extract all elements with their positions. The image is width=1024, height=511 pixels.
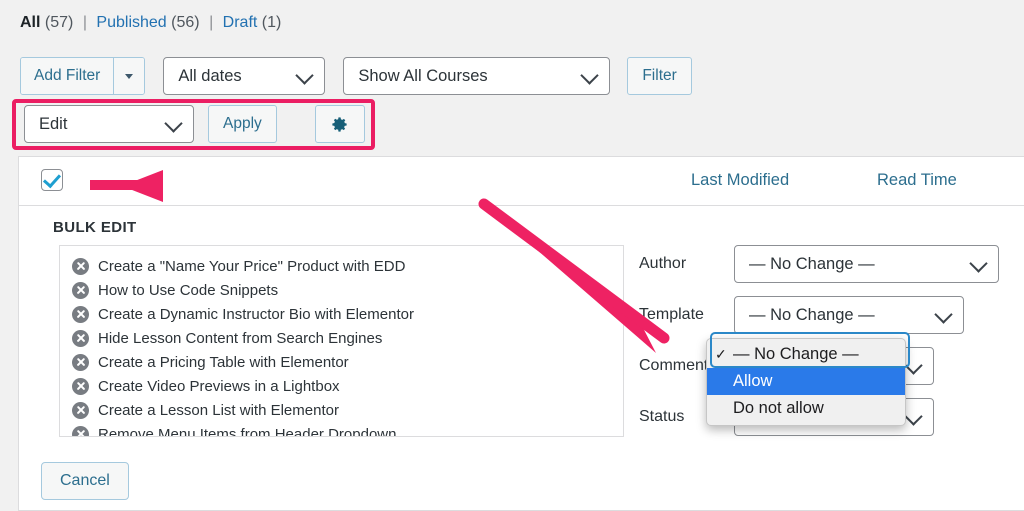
field-label-author: Author [639, 255, 734, 273]
author-select-value: — No Change — [749, 255, 875, 274]
list-item: Remove Menu Items from Header Dropdown [60, 422, 623, 437]
status-link-all-label: All [20, 14, 40, 31]
courses-filter-select[interactable]: Show All Courses [343, 57, 610, 95]
chevron-down-icon [969, 254, 987, 272]
gear-icon [330, 115, 349, 134]
status-separator-1: | [78, 14, 92, 31]
chevron-down-icon [904, 407, 922, 425]
dropdown-option-label: — No Change — [733, 345, 859, 364]
list-item-label: Hide Lesson Content from Search Engines [98, 330, 382, 347]
status-link-published-count: (56) [171, 14, 199, 31]
list-item-label: Remove Menu Items from Header Dropdown [98, 426, 396, 438]
dates-filter-select[interactable]: All dates [163, 57, 325, 95]
field-row-author: Author — No Change — [639, 245, 999, 283]
chevron-down-icon[interactable] [114, 58, 144, 94]
apply-button[interactable]: Apply [208, 105, 277, 143]
add-filter-split-button[interactable]: Add Filter [20, 57, 145, 95]
gear-icon-button[interactable] [315, 105, 365, 143]
bulk-action-select[interactable]: Edit [24, 105, 194, 143]
select-all-checkbox[interactable] [41, 169, 63, 191]
list-item-label: How to Use Code Snippets [98, 282, 278, 299]
list-item: Create a Lesson List with Elementor [60, 398, 623, 422]
status-link-draft-label: Draft [223, 14, 258, 31]
list-item-label: Create a Lesson List with Elementor [98, 402, 339, 419]
dropdown-option-label: Do not allow [733, 399, 824, 418]
column-header-last-modified[interactable]: Last Modified [691, 171, 789, 190]
remove-circle-icon[interactable] [72, 378, 89, 395]
list-item: How to Use Code Snippets [60, 278, 623, 302]
list-item: Create a "Name Your Price" Product with … [60, 254, 623, 278]
remove-circle-icon[interactable] [72, 258, 89, 275]
status-link-draft-count: (1) [262, 14, 282, 31]
list-item: Create a Dynamic Instructor Bio with Ele… [60, 302, 623, 326]
remove-circle-icon[interactable] [72, 354, 89, 371]
dropdown-option-allow[interactable]: Allow [707, 368, 905, 395]
remove-circle-icon[interactable] [72, 402, 89, 419]
status-link-all-count: (57) [45, 14, 73, 31]
chevron-down-icon [296, 66, 314, 84]
bulk-edit-heading: BULK EDIT [53, 219, 137, 236]
add-filter-button-label[interactable]: Add Filter [21, 58, 114, 94]
comments-dropdown-menu[interactable]: ✓ — No Change — Allow Do not allow [706, 338, 906, 426]
dates-filter-value: All dates [178, 67, 241, 86]
list-item-label: Create a "Name Your Price" Product with … [98, 258, 405, 275]
check-icon: ✓ [715, 346, 733, 363]
status-link-draft[interactable]: Draft (1) [223, 14, 282, 31]
bulk-actions-toolbar: Edit Apply [24, 105, 365, 143]
template-select-value: — No Change — [749, 306, 875, 325]
remove-circle-icon[interactable] [72, 330, 89, 347]
posts-table-panel: Last Modified Read Time BULK EDIT Create… [18, 156, 1024, 511]
template-select[interactable]: — No Change — [734, 296, 964, 334]
status-filter-links: All (57) | Published (56) | Draft (1) [20, 12, 281, 34]
list-item: Create Video Previews in a Lightbox [60, 374, 623, 398]
filters-toolbar: Add Filter All dates Show All Courses Fi… [20, 57, 692, 95]
table-header-row: Last Modified Read Time [19, 157, 1024, 206]
remove-circle-icon[interactable] [72, 282, 89, 299]
courses-filter-value: Show All Courses [358, 67, 487, 86]
column-header-read-time[interactable]: Read Time [877, 171, 957, 190]
cancel-button[interactable]: Cancel [41, 462, 129, 500]
chevron-down-icon [934, 305, 952, 323]
field-label-template: Template [639, 306, 734, 324]
list-item: Create a Pricing Table with Elementor [60, 350, 623, 374]
bulk-action-value: Edit [39, 115, 67, 134]
chevron-down-icon [581, 66, 599, 84]
dropdown-option-no-change[interactable]: ✓ — No Change — [707, 341, 905, 368]
list-item-label: Create Video Previews in a Lightbox [98, 378, 340, 395]
field-row-template: Template — No Change — [639, 296, 999, 334]
cancel-button-wrap: Cancel [41, 462, 129, 500]
list-item-label: Create a Dynamic Instructor Bio with Ele… [98, 306, 414, 323]
filter-button[interactable]: Filter [627, 57, 691, 95]
chevron-down-icon [164, 114, 182, 132]
list-item: Hide Lesson Content from Search Engines [60, 326, 623, 350]
bulk-edit-title-list: Create a "Name Your Price" Product with … [59, 245, 624, 437]
status-link-published[interactable]: Published (56) [96, 14, 204, 31]
status-separator-2: | [204, 14, 218, 31]
chevron-down-icon [904, 356, 922, 374]
remove-circle-icon[interactable] [72, 306, 89, 323]
dropdown-option-label: Allow [733, 372, 772, 391]
status-link-published-label: Published [96, 14, 166, 31]
list-item-label: Create a Pricing Table with Elementor [98, 354, 349, 371]
author-select[interactable]: — No Change — [734, 245, 999, 283]
remove-circle-icon[interactable] [72, 426, 89, 438]
dropdown-option-do-not-allow[interactable]: Do not allow [707, 395, 905, 422]
status-link-all[interactable]: All (57) [20, 14, 78, 31]
